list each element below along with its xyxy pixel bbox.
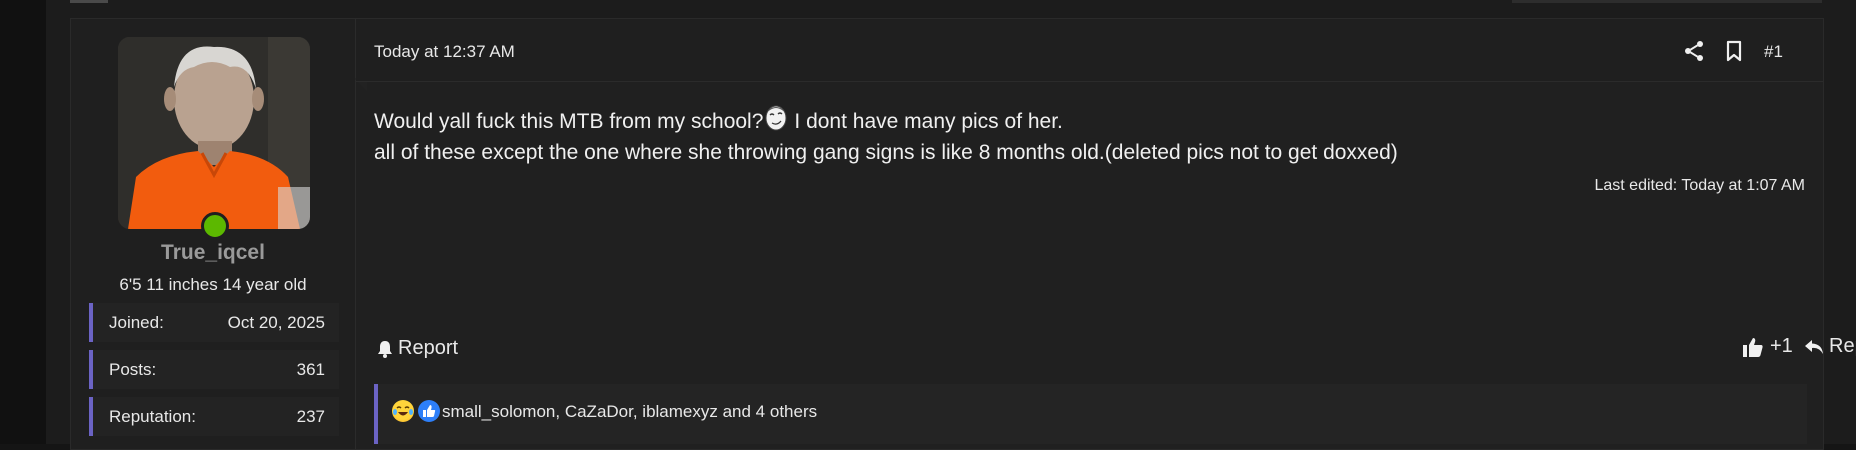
post-text-line2: all of these except the one where she th… [374,141,1398,164]
reply-icon [1805,339,1823,354]
pagination-stub[interactable] [70,0,108,3]
stat-label: Reputation: [109,407,196,426]
laughing-crying-icon [392,400,414,422]
smirk-face-icon [765,105,787,131]
reactions-summary-link[interactable]: small_solomon, CaZaDor, iblamexyz and 4 … [442,402,817,422]
message-cell: Today at 12:37 AM #1 Would yall fuck thi… [356,19,1856,449]
like-count: +1 [1770,335,1793,357]
stat-posts: Posts: 361 [89,350,339,389]
reply-label: Reply [1829,335,1856,357]
thread-tools-stub[interactable] [1512,0,1822,3]
avatar[interactable] [118,37,310,229]
avatar-photo [118,37,310,229]
message-header: Today at 12:37 AM #1 [356,19,1823,82]
last-edited-note: Last edited: Today at 1:07 AM [1594,177,1805,194]
like-button[interactable]: +1 [1742,335,1793,358]
forum-post: True_iqcel 6'5 11 inches 14 year old Joi… [70,18,1856,450]
share-icon[interactable] [1682,39,1706,63]
stat-joined: Joined: Oct 20, 2025 [89,303,339,342]
reactions-bar[interactable]: small_solomon, CaZaDor, iblamexyz and 4 … [374,384,1807,444]
stat-value[interactable]: 361 [297,360,325,380]
user-cell: True_iqcel 6'5 11 inches 14 year old Joi… [71,19,356,449]
stat-reputation: Reputation: 237 [89,397,339,436]
report-label: Report [398,337,459,359]
stat-value: 237 [296,407,325,426]
report-button[interactable]: Report [376,337,458,360]
reply-button[interactable]: Reply [1804,335,1856,358]
thumbs-up-icon [1743,337,1763,357]
reaction-icon-group [392,400,440,422]
post-text-line1-start: Would yall fuck this MTB from my school? [374,110,764,133]
username-link[interactable]: True_iqcel [71,241,355,265]
online-status-indicator [201,212,229,240]
bell-icon [378,340,392,358]
stat-label: Joined: [109,313,164,332]
user-title: 6'5 11 inches 14 year old [119,275,307,294]
page-gutter [0,0,46,444]
post-text-line1-end: I dont have many pics of her. [794,110,1063,133]
post-date-link[interactable]: Today at 12:37 AM [374,42,515,62]
stat-value: Oct 20, 2025 [227,313,325,332]
post-body: Would yall fuck this MTB from my school?… [374,105,1398,168]
like-reaction-icon [418,400,440,422]
bookmark-icon[interactable] [1722,39,1746,63]
stat-label: Posts: [109,360,157,379]
post-number-link[interactable]: #1 [1764,42,1783,62]
